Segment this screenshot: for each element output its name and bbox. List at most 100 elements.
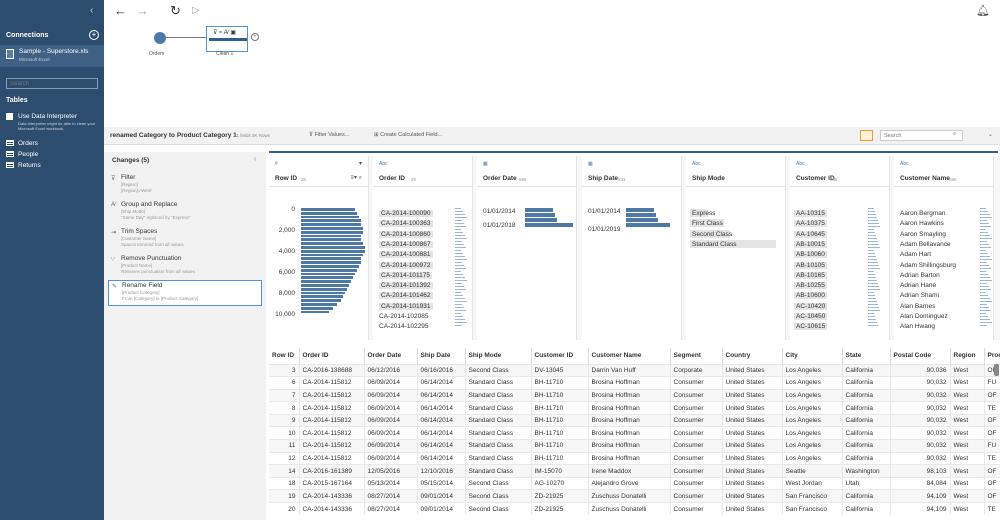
row-id-bar[interactable]	[301, 268, 357, 272]
collapse-sidebar-icon[interactable]: ‹	[90, 5, 93, 16]
row-id-bar[interactable]	[301, 257, 361, 261]
clean-step-node[interactable]: ⊽ ≈ A⁄ ▣	[206, 26, 248, 52]
table-cell[interactable]: United States	[722, 376, 783, 390]
table-cell[interactable]: San Francisco	[782, 502, 843, 516]
refresh-icon[interactable]: ↻	[170, 3, 181, 19]
table-cell[interactable]: Utah	[842, 476, 891, 490]
table-cell[interactable]: BH-11710	[531, 388, 589, 402]
table-cell[interactable]: California	[842, 502, 891, 516]
table-cell[interactable]: Standard Class	[465, 376, 532, 390]
table-cell[interactable]: West	[950, 376, 985, 390]
table-cell[interactable]: California	[842, 439, 891, 453]
table-cell[interactable]: 10	[269, 426, 300, 440]
customer-id-value[interactable]: AC-10450	[794, 313, 828, 320]
ship-date-bar[interactable]	[626, 213, 656, 217]
customer-name-value[interactable]: Alan Hwang	[900, 323, 935, 330]
row-id-bar[interactable]	[301, 238, 361, 242]
row-id-bar[interactable]	[301, 265, 359, 268]
table-cell[interactable]: California	[842, 388, 891, 402]
customer-id-value[interactable]: AB-10255	[794, 282, 827, 290]
column-header-country[interactable]: Country	[722, 348, 783, 364]
ship-date-bar[interactable]	[626, 223, 670, 227]
table-cell[interactable]: ZD-21925	[531, 502, 589, 516]
table-item-orders[interactable]: Orders	[6, 140, 38, 147]
table-cell[interactable]: Second Class	[465, 502, 532, 516]
row-id-bar[interactable]	[301, 219, 361, 223]
table-cell[interactable]: Standard Class	[465, 401, 532, 415]
table-cell[interactable]: CA-2014-115812	[299, 451, 365, 465]
customer-id-value[interactable]: AA-10645	[794, 230, 827, 238]
row-id-bar[interactable]	[301, 242, 363, 245]
table-cell[interactable]: Zuschuss Donatelli	[588, 489, 671, 503]
customer-name-value[interactable]: Aaron Bergman	[900, 210, 946, 217]
row-id-bar[interactable]	[301, 276, 353, 280]
table-cell[interactable]: BH-11710	[531, 413, 589, 427]
table-cell[interactable]: Consumer	[670, 376, 723, 390]
ship-mode-value[interactable]: Standard Class	[692, 241, 736, 248]
order-id-value[interactable]: CA-2014-102295	[379, 323, 429, 330]
customer-name-value[interactable]: Aaron Smayling	[900, 231, 946, 238]
table-row[interactable]: 6 CA-2014-115812 06/09/2014 06/14/2014 Stand…	[269, 376, 1000, 390]
table-cell[interactable]: BH-11710	[531, 451, 589, 465]
profile-card-order-date[interactable]: ▦ Order Date 895 01/01/2014 01/01/2018	[477, 156, 577, 340]
table-cell[interactable]: 98,103	[890, 464, 951, 478]
table-cell[interactable]: Los Angeles	[782, 439, 843, 453]
table-cell[interactable]: OF	[984, 426, 1000, 440]
table-cell[interactable]: West	[950, 401, 985, 415]
row-id-bar[interactable]	[301, 230, 363, 234]
order-id-value[interactable]: CA-2014-100860	[379, 230, 433, 238]
table-cell[interactable]: 90,032	[890, 426, 951, 440]
customer-name-value[interactable]: Adrian Barton	[900, 272, 940, 279]
table-cell[interactable]: United States	[722, 439, 783, 453]
customer-id-value[interactable]: AB-10600	[794, 292, 827, 300]
column-header-row-id[interactable]: Row ID	[269, 348, 300, 364]
customer-id-value[interactable]: AB-10060	[794, 251, 827, 259]
table-cell[interactable]: Brosina Hoffman	[588, 388, 671, 402]
table-cell[interactable]: Standard Class	[465, 451, 532, 465]
order-id-value[interactable]: CA-2014-100972	[379, 261, 433, 269]
table-cell[interactable]: Darrin Van Huff	[588, 363, 671, 377]
table-cell[interactable]: Consumer	[670, 439, 723, 453]
table-cell[interactable]: OF	[984, 388, 1000, 402]
table-cell[interactable]: United States	[722, 388, 783, 402]
table-cell[interactable]: Standard Class	[465, 439, 532, 453]
table-cell[interactable]: California	[842, 401, 891, 415]
profile-card-customer-name[interactable]: Abc Customer Name 686 Aaron Bergman Aaron Ha…	[894, 156, 994, 340]
chevron-down-icon[interactable]: ⌄	[988, 131, 993, 138]
table-cell[interactable]: 06/09/2014	[364, 439, 418, 453]
column-header-city[interactable]: City	[782, 348, 843, 364]
row-id-bar[interactable]	[301, 306, 333, 310]
table-cell[interactable]: CA-2014-143336	[299, 502, 365, 516]
order-id-value[interactable]: CA-2014-100363	[379, 220, 433, 228]
table-cell[interactable]: United States	[722, 426, 783, 440]
table-cell[interactable]: CA-2014-115812	[299, 388, 365, 402]
table-cell[interactable]: 06/09/2014	[364, 401, 418, 415]
ship-date-bar[interactable]	[626, 208, 654, 212]
table-cell[interactable]: CA-2014-143336	[299, 489, 365, 503]
table-cell[interactable]: Zuschuss Donatelli	[588, 502, 671, 516]
use-interpreter-checkbox[interactable]	[6, 113, 13, 120]
table-cell[interactable]: Second Class	[465, 363, 532, 377]
table-cell[interactable]: FU	[984, 439, 1000, 453]
table-cell[interactable]: CA-2014-115812	[299, 439, 365, 453]
table-cell[interactable]: Standard Class	[465, 426, 532, 440]
table-cell[interactable]: 90,032	[890, 388, 951, 402]
table-cell[interactable]: United States	[722, 502, 783, 516]
row-id-bar[interactable]	[301, 287, 347, 291]
column-header-ship-mode[interactable]: Ship Mode	[465, 348, 532, 364]
table-cell[interactable]: Consumer	[670, 388, 723, 402]
table-cell[interactable]: 05/15/2014	[417, 476, 466, 490]
create-calculated-field-button[interactable]: ⊞ Create Calculated Field...	[374, 132, 442, 138]
table-row[interactable]: 10 CA-2014-115812 06/09/2014 06/14/2014 Stan…	[269, 426, 1000, 440]
table-cell[interactable]: 94,109	[890, 489, 951, 503]
table-cell[interactable]: 90,032	[890, 401, 951, 415]
table-row[interactable]: 14 CA-2016-161389 12/05/2016 12/10/2016 Stan…	[269, 464, 1000, 478]
table-cell[interactable]: Corporate	[670, 363, 723, 377]
table-cell[interactable]: TE	[984, 401, 1000, 415]
table-cell[interactable]: Alejandro Grove	[588, 476, 671, 490]
customer-id-value[interactable]: AB-10105	[794, 261, 827, 269]
table-cell[interactable]: 06/14/2014	[417, 439, 466, 453]
table-cell[interactable]: 11	[269, 439, 300, 453]
customer-name-value[interactable]: Adam Bellavance	[900, 241, 951, 248]
row-id-bar[interactable]	[301, 261, 361, 264]
